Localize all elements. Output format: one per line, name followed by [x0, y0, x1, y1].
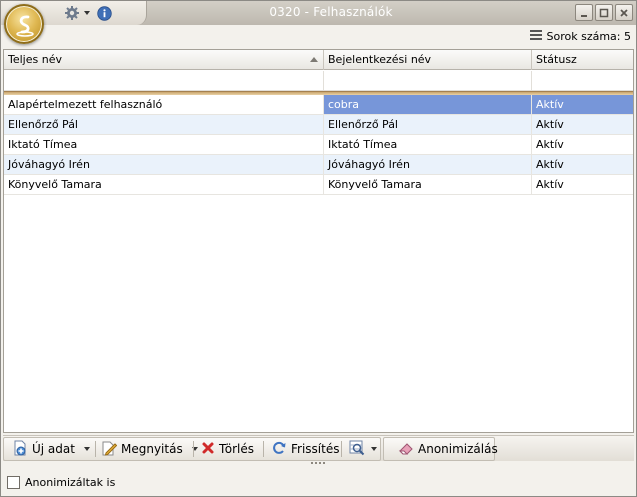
cell-status[interactable]: Aktív: [532, 135, 633, 154]
table-row[interactable]: Alapértelmezett felhasználó cobra Aktív: [4, 95, 633, 115]
title-bar: 0320 - Felhasználók: [1, 1, 636, 25]
open-button[interactable]: Megnyitás: [97, 438, 198, 460]
list-icon: [529, 30, 542, 43]
column-header-status[interactable]: Státusz: [532, 50, 633, 70]
grid-header: Teljes név Bejelentkezési név Státusz: [4, 50, 633, 70]
delete-x-icon: [201, 441, 215, 458]
filter-row[interactable]: [4, 71, 633, 91]
new-record-label: Új adat: [32, 442, 75, 456]
view-options-button[interactable]: [345, 438, 377, 460]
qat-dropdown-icon[interactable]: [83, 5, 91, 21]
cell-status[interactable]: Aktív: [532, 115, 633, 134]
app-menu-orb-icon[interactable]: [4, 4, 44, 44]
cell-login-name[interactable]: Iktató Tímea: [324, 135, 532, 154]
cell-full-name[interactable]: Könyvelő Tamara: [4, 175, 324, 194]
column-header-login-name[interactable]: Bejelentkezési név: [324, 50, 532, 70]
close-button[interactable]: [615, 4, 633, 21]
cell-full-name[interactable]: Alapértelmezett felhasználó: [4, 95, 324, 114]
toolbar-separator: [193, 441, 194, 457]
delete-label: Törlés: [219, 442, 255, 456]
cell-full-name[interactable]: Jóváhagyó Irén: [4, 155, 324, 174]
cell-login-name[interactable]: Könyvelő Tamara: [324, 175, 532, 194]
bottom-toolbar: Új adat Megnyitás Törlés Frissítés Anoni…: [3, 435, 634, 461]
cell-status[interactable]: Aktív: [532, 95, 633, 114]
table-row[interactable]: Ellenőrző Pál Ellenőrző Pál Aktív: [4, 115, 633, 135]
column-header-label: Bejelentkezési név: [328, 53, 432, 66]
filter-cell-login-name[interactable]: [324, 71, 532, 91]
magnifier-grid-icon: [349, 440, 365, 459]
table-row[interactable]: Könyvelő Tamara Könyvelő Tamara Aktív: [4, 175, 633, 195]
cell-full-name[interactable]: Iktató Tímea: [4, 135, 324, 154]
table-row[interactable]: Iktató Tímea Iktató Tímea Aktív: [4, 135, 633, 155]
view-options-dropdown-icon[interactable]: [371, 447, 377, 451]
anonymize-label: Anonimizálás: [418, 442, 498, 456]
new-record-button[interactable]: Új adat: [8, 438, 90, 460]
refresh-icon: [271, 440, 287, 459]
delete-button[interactable]: Törlés: [197, 438, 254, 460]
cell-status[interactable]: Aktív: [532, 155, 633, 174]
rows-count-bar: Sorok száma: 5: [1, 26, 636, 48]
anonymize-button[interactable]: Anonimizálás: [394, 438, 498, 460]
column-header-label: Státusz: [536, 53, 577, 66]
minimize-button[interactable]: [575, 4, 593, 21]
open-label: Megnyitás: [121, 442, 183, 456]
filter-cell-status[interactable]: [532, 71, 633, 91]
filter-cell-full-name[interactable]: [4, 71, 324, 91]
cell-login-name[interactable]: Ellenőrző Pál: [324, 115, 532, 134]
users-grid[interactable]: Teljes név Bejelentkezési név Státusz Al…: [3, 49, 634, 433]
refresh-label: Frissítés: [291, 442, 340, 456]
cell-status[interactable]: Aktív: [532, 175, 633, 194]
new-record-dropdown-icon[interactable]: [83, 447, 90, 451]
table-row[interactable]: Jóváhagyó Irén Jóváhagyó Irén Aktív: [4, 155, 633, 175]
cell-login-name[interactable]: cobra: [324, 95, 532, 114]
cell-login-name[interactable]: Jóváhagyó Irén: [324, 155, 532, 174]
window-title: 0320 - Felhasználók: [269, 5, 393, 19]
anonymized-checkbox[interactable]: [7, 476, 20, 489]
refresh-button[interactable]: Frissítés: [267, 438, 339, 460]
users-window: 0320 - Felhasználók Sorok száma: 5 Telje…: [0, 0, 637, 497]
toolbar-main-group: Új adat Megnyitás Törlés Frissítés: [3, 437, 381, 461]
toolbar-separator: [95, 441, 96, 457]
column-header-full-name[interactable]: Teljes név: [4, 50, 324, 70]
splitter-grip[interactable]: [311, 462, 327, 466]
toolbar-separator: [263, 441, 264, 457]
toolbar-separator: [341, 441, 342, 457]
maximize-button[interactable]: [595, 4, 613, 21]
footer-panel: Anonimizáltak is: [1, 468, 636, 496]
anonymized-checkbox-label: Anonimizáltak is: [25, 476, 116, 489]
sort-ascending-icon: [310, 57, 318, 62]
new-document-icon: [12, 440, 28, 459]
rows-count: Sorok száma: 5: [529, 30, 632, 43]
rows-count-label: Sorok száma: 5: [546, 30, 632, 43]
cell-full-name[interactable]: Ellenőrző Pál: [4, 115, 324, 134]
settings-gear-icon[interactable]: [61, 5, 83, 21]
column-header-label: Teljes név: [8, 53, 62, 66]
eraser-icon: [398, 440, 414, 459]
anonymized-checkbox-wrapper[interactable]: Anonimizáltak is: [7, 476, 115, 489]
toolbar-anonymize-group: Anonimizálás: [383, 437, 498, 461]
edit-document-icon: [101, 440, 118, 459]
info-icon[interactable]: [95, 5, 113, 21]
